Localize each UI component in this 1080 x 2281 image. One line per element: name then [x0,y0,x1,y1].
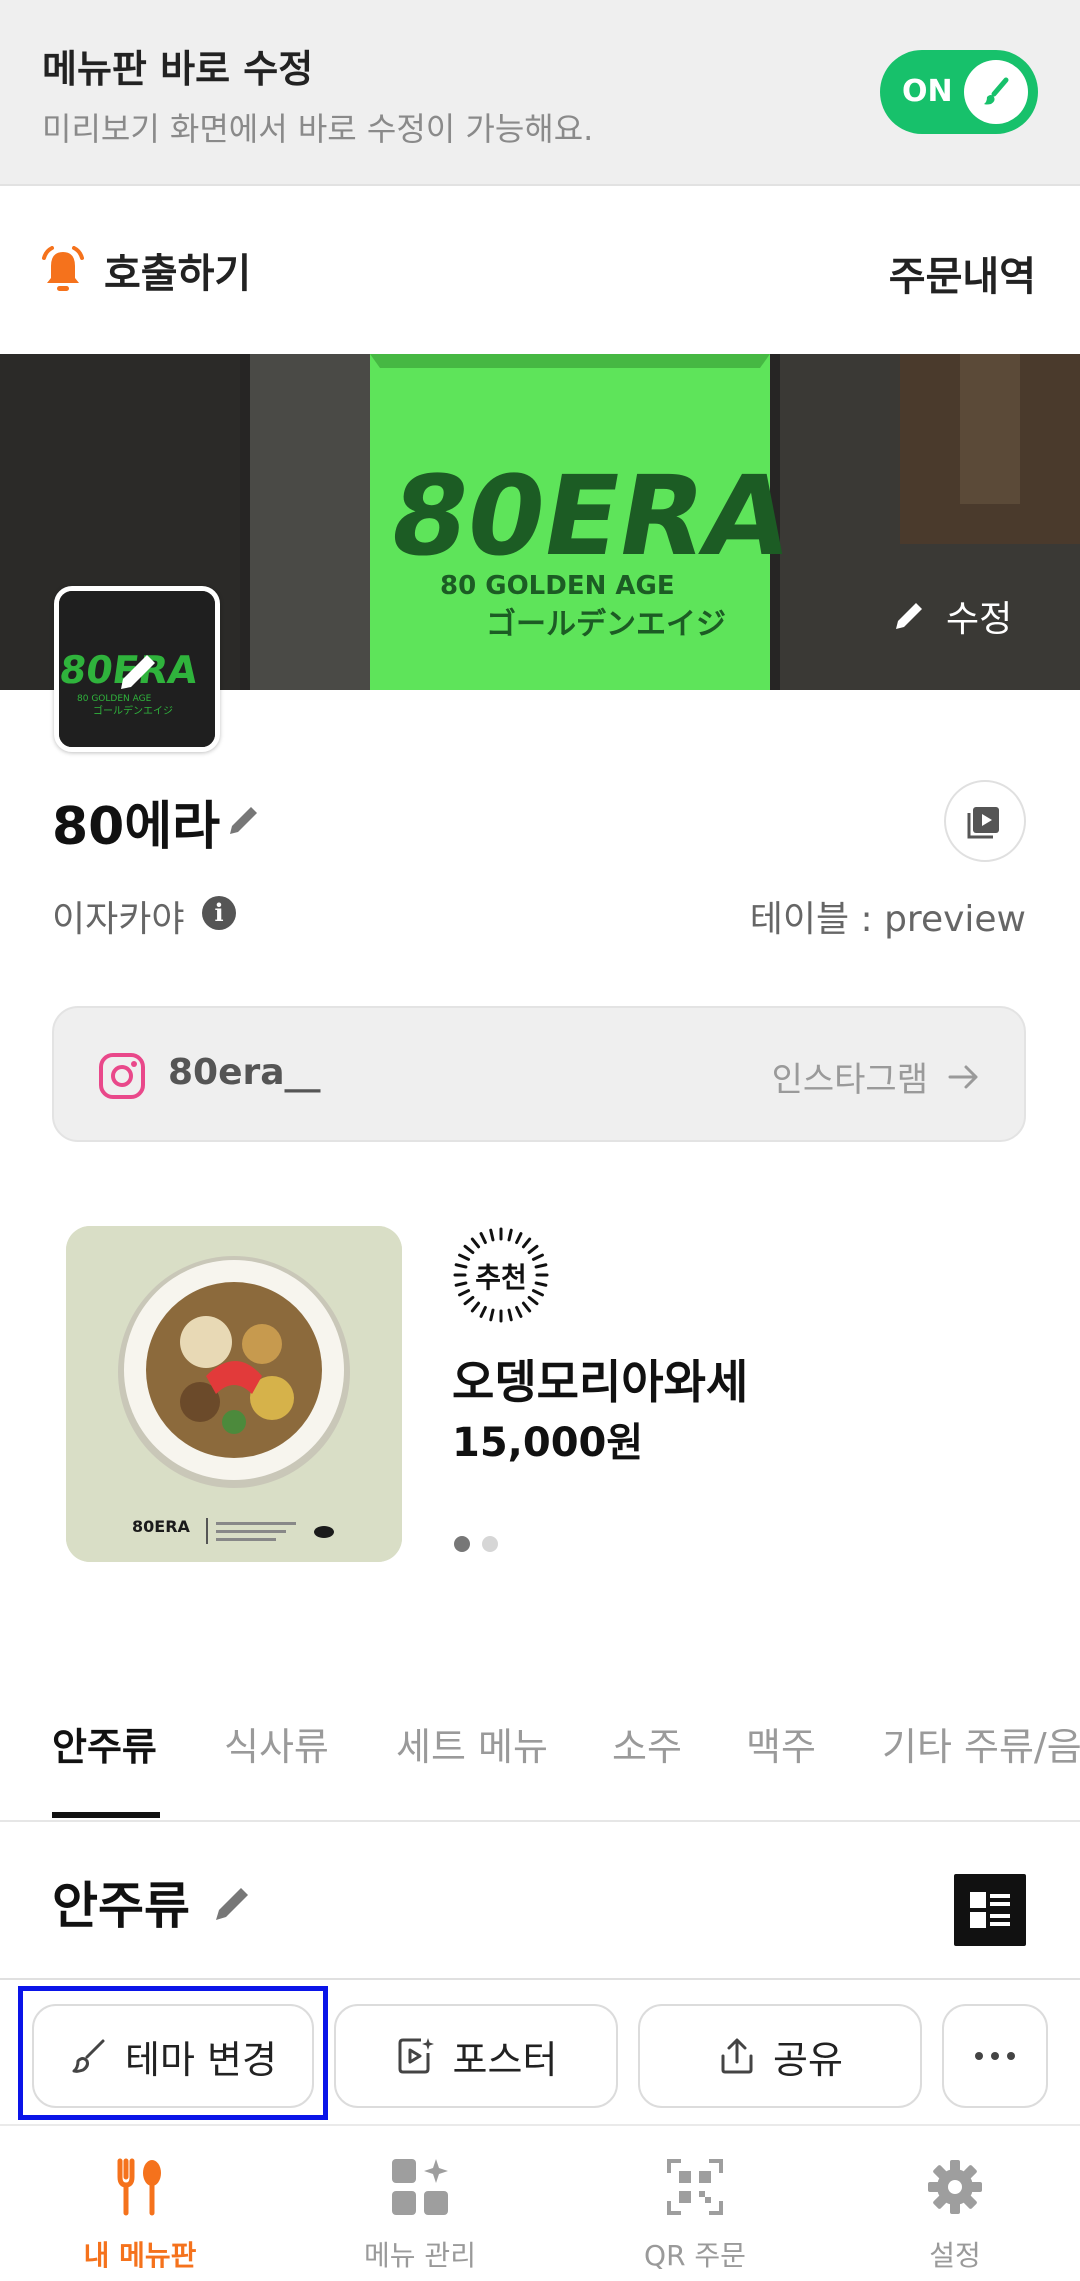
more-options-button[interactable] [942,2004,1048,2108]
tab-item[interactable]: 맥주 [746,1716,816,1771]
call-orders-row: 호출하기 주문내역 [0,186,1080,354]
info-icon[interactable]: i [202,896,236,930]
tab-item[interactable]: 소주 [612,1716,682,1771]
list-view-toggle[interactable] [954,1874,1026,1946]
poster-icon [398,2038,434,2074]
share-button[interactable]: 공유 [638,2004,922,2108]
selection-highlight [18,1986,328,2120]
video-gallery-icon [967,807,999,839]
order-history-link[interactable]: 주문내역 [889,244,1036,302]
call-staff-button[interactable]: 호출하기 [40,238,251,302]
share-label: 공유 [773,2037,843,2082]
carousel-dot[interactable] [482,1536,498,1552]
video-button[interactable] [944,780,1026,862]
nav-label: QR 주문 [644,2239,746,2272]
cover-edit-button[interactable]: 수정 [890,576,1060,656]
nav-menu-management[interactable]: 메뉴 관리 [320,2150,520,2274]
recommended-badge-label: 추천 [475,1261,527,1294]
edit-section-pencil-icon[interactable] [210,1880,256,1926]
nav-label: 메뉴 관리 [364,2239,476,2272]
edit-name-pencil-icon[interactable] [224,800,264,840]
instagram-link-card[interactable]: 80era__ 인스타그램 [52,1006,1026,1142]
bottom-navigation: 내 메뉴판 메뉴 관리 QR 주문 설정 [0,2124,1080,2281]
brush-icon [984,77,1009,105]
toggle-label: ON [902,74,953,109]
cover-logo-katakana: ゴールデンエイジ [486,607,726,642]
pencil-icon [896,603,922,629]
edit-banner-subtitle: 미리보기 화면에서 바로 수정이 가능해요. [42,110,594,148]
store-category: 이자카야 [52,899,185,940]
share-icon [721,2038,753,2074]
carousel-dots [454,1536,510,1552]
poster-button[interactable]: 포스터 [334,2004,618,2108]
instagram-link-label: 인스타그램 [771,1060,928,1100]
category-tabs: 안주류 식사류 세트 메뉴 소주 맥주 기타 주류/음 [0,1680,1080,1822]
call-label: 호출하기 [104,251,252,297]
instagram-link: 인스타그램 [772,1052,980,1101]
recommended-menu-image[interactable]: 80ERA [66,1226,402,1562]
fork-spoon-icon [117,2158,161,2216]
instagram-handle: 80era__ [168,1052,321,1093]
list-view-icon [970,1892,1010,1928]
recommended-badge: 추천 [452,1226,550,1324]
active-tab-indicator [52,1812,160,1818]
bell-icon [42,246,84,291]
edit-mode-banner: 메뉴판 바로 수정 미리보기 화면에서 바로 수정이 가능해요. ON [0,0,1080,186]
oden-dish-photo: 80ERA [66,1226,402,1562]
store-logo-image: 80ERA 80 GOLDEN AGE ゴールデンエイジ [59,591,215,747]
cover-logo-text: 80ERA [380,453,801,581]
carousel-dot[interactable] [454,1536,470,1552]
tab-item[interactable]: 기타 주류/음 [882,1716,1080,1771]
gear-icon [928,2160,982,2214]
cover-edit-label: 수정 [946,599,1013,640]
logo-katakana: ゴールデンエイジ [93,704,173,717]
instagram-icon [99,1053,145,1099]
nav-my-menu[interactable]: 내 메뉴판 [40,2150,240,2274]
nav-qr-order[interactable]: QR 주문 [595,2150,795,2274]
tab-item[interactable]: 안주류 [52,1716,157,1771]
grid-sparkle-icon [392,2159,448,2215]
store-logo[interactable]: 80ERA 80 GOLDEN AGE ゴールデンエイジ [54,586,220,752]
table-label: 테이블 : preview [749,899,1026,940]
qr-code-icon [667,2159,723,2215]
nav-label: 내 메뉴판 [83,2239,197,2272]
recommended-menu-name: 오뎅모리아와세 [452,1355,749,1409]
tab-item[interactable]: 식사류 [224,1716,329,1771]
nav-settings[interactable]: 설정 [855,2150,1055,2274]
poster-label: 포스터 [452,2037,558,2082]
logo-subtext: 80 GOLDEN AGE [77,694,152,704]
nav-label: 설정 [929,2239,981,2272]
cover-logo-subtext: 80 GOLDEN AGE [440,571,675,601]
toggle-knob [964,60,1028,124]
edit-mode-toggle[interactable]: ON [880,50,1038,134]
more-dots-icon [975,2052,1015,2060]
card-logo-text: 80ERA [132,1517,191,1536]
store-name: 80에라 [52,797,221,857]
tab-item[interactable]: 세트 메뉴 [396,1716,548,1771]
arrow-right-icon [948,1065,978,1088]
recommended-menu-price: 15,000원 [452,1420,644,1466]
edit-banner-title: 메뉴판 바로 수정 [42,47,314,91]
section-title: 안주류 [52,1877,190,1935]
